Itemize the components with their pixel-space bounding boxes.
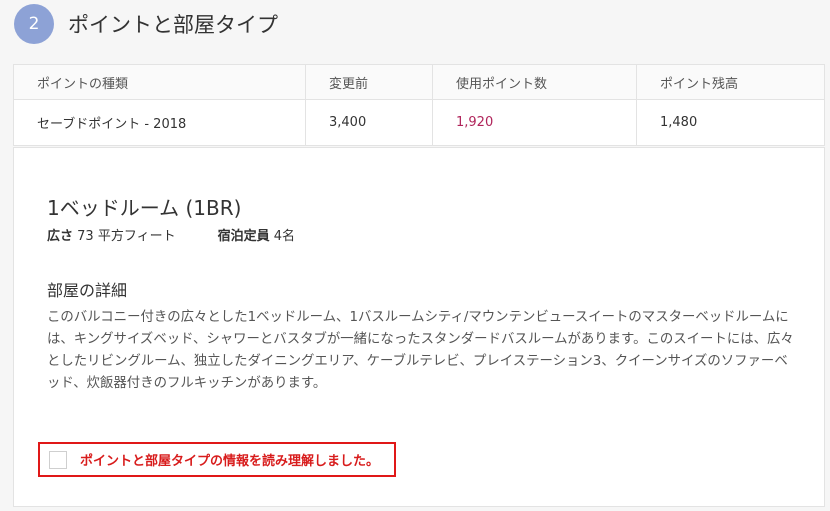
room-size: 広さ 73 平方フィート [47,225,176,244]
used-points-cell: 1,920 [432,99,637,146]
column-header-balance: ポイント残高 [636,64,825,100]
room-size-label: 広さ [47,229,74,244]
points-table: ポイントの種類 変更前 使用ポイント数 ポイント残高 セーブドポイント - 20… [13,64,825,146]
room-card: 1ベッドルーム (1BR) 広さ 73 平方フィート 宿泊定員 4名 部屋の詳細… [13,147,825,507]
point-type-cell: セーブドポイント - 2018 [13,99,306,146]
column-header-point-type: ポイントの種類 [13,64,306,100]
room-capacity-label: 宿泊定員 [217,229,270,244]
confirm-checkbox[interactable] [49,450,67,469]
details-heading: 部屋の詳細 [47,281,128,300]
column-header-before: 変更前 [305,64,433,100]
confirm-label[interactable]: ポイントと部屋タイプの情報を読み理解しました。 [80,450,379,469]
room-capacity-value: 4名 [273,229,296,244]
confirm-checkbox-row[interactable]: ポイントと部屋タイプの情報を読み理解しました。 [38,442,396,477]
room-size-value: 73 平方フィート [77,229,176,244]
room-capacity: 宿泊定員 4名 [218,225,295,244]
room-specs: 広さ 73 平方フィート 宿泊定員 4名 [47,225,337,244]
room-name: 1ベッドルーム (1BR) [47,196,242,220]
table-row: セーブドポイント - 2018 3,400 1,920 1,480 [13,99,825,146]
step-header: 2 ポイントと部屋タイプ [14,4,278,44]
before-cell: 3,400 [305,99,433,146]
balance-cell: 1,480 [636,99,825,146]
step-title: ポイントと部屋タイプ [68,13,278,37]
column-header-used-points: 使用ポイント数 [432,64,637,100]
step-number-badge: 2 [14,4,54,44]
details-text: このバルコニー付きの広々とした1ベッドルーム、1バスルームシティ/マウンテンビュ… [47,310,794,391]
table-header-row: ポイントの種類 変更前 使用ポイント数 ポイント残高 [13,64,825,100]
